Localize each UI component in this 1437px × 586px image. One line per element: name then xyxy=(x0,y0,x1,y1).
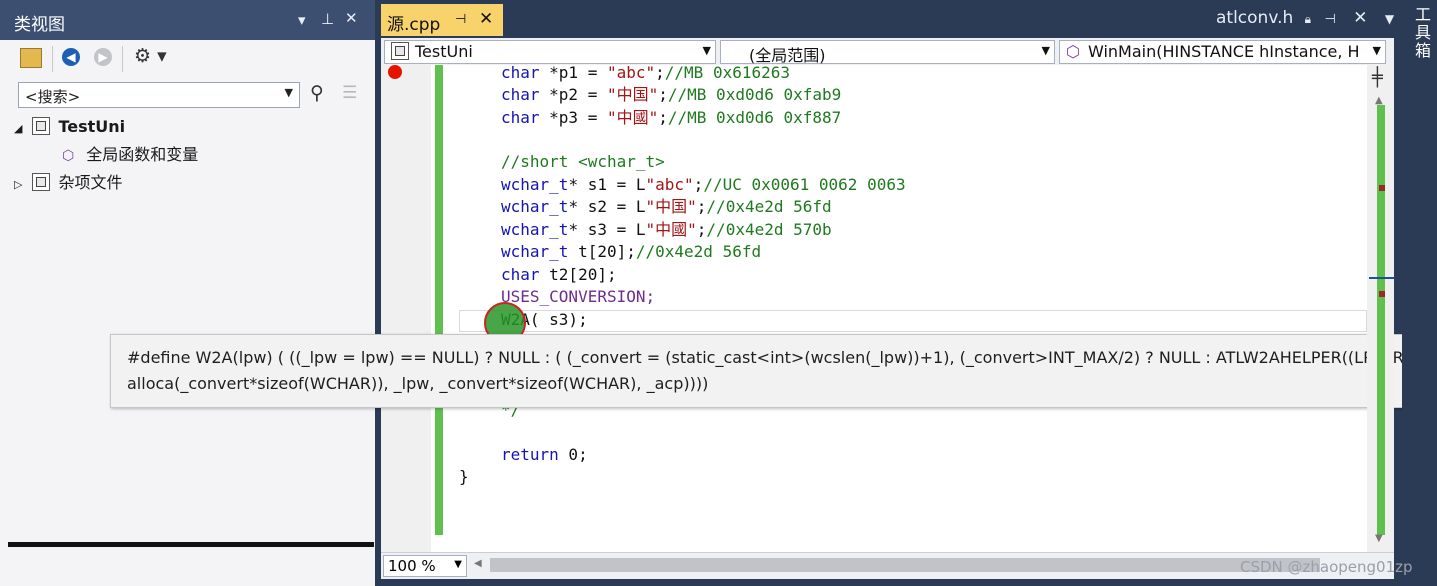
class-view-toolbar: ◀ ▶ ⚙ ▾ xyxy=(0,40,375,78)
tree-item-misc-files[interactable]: ▷ 杂项文件 xyxy=(14,171,122,195)
lock-icon: 🔒︎ xyxy=(1304,12,1312,26)
pin-icon[interactable]: ⊣ xyxy=(1324,12,1335,27)
project-icon xyxy=(32,117,51,135)
project-icon xyxy=(391,42,409,60)
code-line: wchar_t* s2 = L"中国";//0x4e2d 56fd xyxy=(501,197,832,216)
tab-label: 源.cpp xyxy=(387,15,441,35)
class-view-titlebar: 类视图 ▾ ⊥ ✕ xyxy=(0,0,375,40)
zoom-value: 100 % xyxy=(388,557,436,575)
chevron-down-icon: ▼ xyxy=(1041,44,1050,57)
search-input-value: <搜索> xyxy=(25,88,81,106)
scrollbar-thumb[interactable] xyxy=(490,558,1320,572)
tooltip-line: alloca(_convert*sizeof(WCHAR)), _lpw, _c… xyxy=(127,374,709,393)
scope-dropdown[interactable]: (全局范围) ▼ xyxy=(720,40,1055,65)
tab-atlconv-h[interactable]: atlconv.h 🔒︎ ⊣ ✕ ▼ xyxy=(1216,8,1394,28)
class-view-title: 类视图 xyxy=(14,15,65,35)
tree-item-label: 杂项文件 xyxy=(58,173,123,192)
zoom-dropdown[interactable]: 100 % ▼ xyxy=(383,555,467,577)
close-tab-icon[interactable]: ✕ xyxy=(1353,8,1367,28)
code-line: USES_CONVERSION; xyxy=(501,287,656,306)
settings-gear-icon[interactable]: ⚙ ▾ xyxy=(134,45,167,67)
code-line: wchar_t t[20];//0x4e2d 56fd xyxy=(501,242,762,261)
tree-item-project[interactable]: ◢ TestUni xyxy=(14,115,125,139)
code-line: char *p1 = "abc";//MB 0x616263 xyxy=(501,63,791,82)
new-folder-icon[interactable] xyxy=(20,48,42,68)
tab-source-cpp[interactable]: 源.cpp ⊣ ✕ xyxy=(381,4,503,36)
vertical-scrollbar[interactable]: ╪ ▲ ▼ xyxy=(1367,65,1394,552)
code-line: //short <wchar_t> xyxy=(501,152,665,171)
collapsed-arrow-icon[interactable]: ▷ xyxy=(14,178,22,191)
breakpoint-icon[interactable] xyxy=(388,65,402,79)
member-dropdown-value: WinMain(HINSTANCE hInstance, H xyxy=(1087,42,1360,61)
chevron-down-icon: ▼ xyxy=(454,559,462,570)
code-line: char *p3 = "中國";//MB 0xd0d6 0xf887 xyxy=(501,108,842,127)
cube-icon: ⬡ xyxy=(62,148,75,164)
tab-label: atlconv.h xyxy=(1216,8,1294,28)
tooltip-line: #define W2A(lpw) ( ((_lpw = lpw) == NULL… xyxy=(127,348,1411,367)
panel-splitter[interactable] xyxy=(8,542,374,547)
pin-icon[interactable]: ⊥ xyxy=(321,10,334,28)
toolbar-separator xyxy=(122,46,123,72)
close-icon[interactable]: ✕ xyxy=(345,9,358,27)
search-icon[interactable]: ⚲ xyxy=(310,82,324,104)
code-line: char *p2 = "中国";//MB 0xd0d6 0xfab9 xyxy=(501,85,842,104)
toolbox-tab-label[interactable]: 工具箱 xyxy=(1409,6,1433,60)
class-view-panel: 类视图 ▾ ⊥ ✕ ◀ ▶ ⚙ ▾ <搜索> ▼ ⚲ ☰ ◢ TestUni ⬡ 全… xyxy=(0,0,375,586)
breakpoint-gutter[interactable] xyxy=(381,65,431,552)
window-position-dropdown-icon[interactable]: ▾ xyxy=(298,11,306,29)
forward-icon[interactable]: ▶ xyxy=(94,48,112,66)
tree-item-label: TestUni xyxy=(58,117,126,136)
tree-item-globals[interactable]: ⬡ 全局函数和变量 xyxy=(62,143,198,167)
watermark: CSDN @zhaopeng01zp xyxy=(1240,558,1413,576)
toolbox-sidebar[interactable]: 工具箱 xyxy=(1402,0,1437,586)
chevron-down-icon: ▼ xyxy=(1372,44,1381,57)
back-icon[interactable]: ◀ xyxy=(62,48,80,66)
tab-list-dropdown-icon[interactable]: ▼ xyxy=(1385,12,1394,26)
member-dropdown[interactable]: ⬡ WinMain(HINSTANCE hInstance, H ▼ xyxy=(1059,40,1386,64)
code-line: wchar_t* s1 = L"abc";//UC 0x0061 0062 00… xyxy=(501,175,906,194)
scroll-down-icon[interactable]: ▼ xyxy=(1375,533,1383,544)
chevron-down-icon: ▼ xyxy=(702,44,711,57)
scroll-left-icon[interactable]: ◀ xyxy=(474,558,482,569)
caret-position-marker xyxy=(1369,277,1394,279)
code-line: } xyxy=(459,467,469,486)
pin-icon[interactable]: ⊣ xyxy=(455,12,466,27)
function-icon: ⬡ xyxy=(1066,42,1080,61)
split-view-icon[interactable]: ╪ xyxy=(1372,67,1383,88)
scroll-marker xyxy=(1379,185,1385,191)
chevron-down-icon[interactable]: ▼ xyxy=(285,86,293,99)
tree-item-label: 全局函数和变量 xyxy=(86,145,199,164)
macro-quickinfo-tooltip: #define W2A(lpw) ( ((_lpw = lpw) == NULL… xyxy=(110,334,1437,408)
code-line: char t2[20]; xyxy=(501,265,617,284)
project-dropdown-value: TestUni xyxy=(415,42,473,61)
change-tracking-bar xyxy=(435,65,443,535)
horizontal-scrollbar[interactable]: ◀ xyxy=(470,558,1365,572)
project-dropdown[interactable]: TestUni ▼ xyxy=(384,40,716,64)
filter-icon[interactable]: ☰ xyxy=(342,83,357,103)
code-line: wchar_t* s3 = L"中國";//0x4e2d 570b xyxy=(501,220,832,239)
toolbar-separator xyxy=(52,46,53,72)
scroll-marker xyxy=(1379,291,1385,297)
code-line: return 0; xyxy=(501,445,588,464)
scrollbar-thumb[interactable] xyxy=(1377,105,1385,535)
close-tab-icon[interactable]: ✕ xyxy=(479,9,493,29)
search-input[interactable]: <搜索> ▼ xyxy=(18,82,300,108)
current-line-highlight xyxy=(459,310,1367,332)
misc-files-icon xyxy=(32,173,51,191)
expanded-arrow-icon[interactable]: ◢ xyxy=(14,122,22,135)
